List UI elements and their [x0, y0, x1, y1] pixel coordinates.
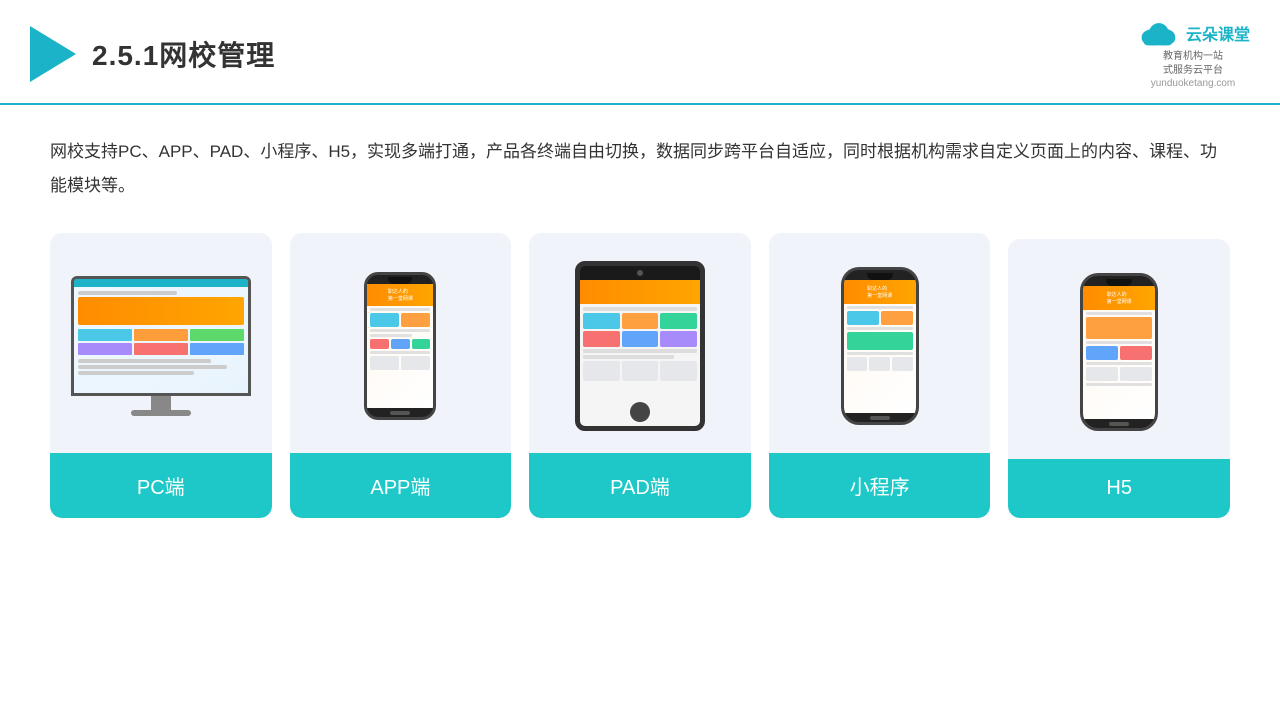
phone-mockup-h5: 职达人的第一堂网课 [1080, 273, 1158, 431]
devices-row: PC端 职达人的第一堂网课 [50, 233, 1230, 518]
pad-image-area [529, 233, 751, 453]
miniprogram-label: 小程序 [769, 453, 991, 518]
brand-slogan: 教育机构一站 式服务云平台 [1163, 50, 1223, 78]
page-title: 2.5.1网校管理 [92, 34, 275, 74]
logo-triangle-icon [30, 26, 76, 82]
phone-body-app: 职达人的第一堂网课 [364, 272, 436, 420]
device-card-pc: PC端 [50, 233, 272, 518]
tablet-mockup [575, 261, 705, 431]
app-image-area: 职达人的第一堂网课 [290, 233, 512, 453]
brand-name-text: 云朵课堂 [1186, 21, 1250, 45]
device-card-pad: PAD端 [529, 233, 751, 518]
pad-label: PAD端 [529, 453, 751, 518]
header-left: 2.5.1网校管理 [30, 26, 275, 82]
h5-label: H5 [1008, 459, 1230, 518]
brand-url: yunduoketang.com [1151, 78, 1236, 89]
page-header: 2.5.1网校管理 云朵课堂 教育机构一站 式服务云平台 yunduoketan… [0, 0, 1280, 105]
description-text: 网校支持PC、APP、PAD、小程序、H5，实现多端打通，产品各终端自由切换，数… [50, 135, 1230, 203]
cloud-icon [1136, 18, 1180, 48]
phone-body-h5: 职达人的第一堂网课 [1080, 273, 1158, 431]
phone-body-mini: 职达人的第一堂网课 [841, 267, 919, 425]
header-right: 云朵课堂 教育机构一站 式服务云平台 yunduoketang.com [1136, 18, 1250, 89]
main-content: 网校支持PC、APP、PAD、小程序、H5，实现多端打通，产品各终端自由切换，数… [0, 105, 1280, 538]
device-card-h5: 职达人的第一堂网课 [1008, 239, 1230, 518]
miniprogram-image-area: 职达人的第一堂网课 [769, 233, 991, 453]
pc-mockup [71, 276, 251, 416]
pc-screen [74, 279, 248, 393]
phone-mockup-mini: 职达人的第一堂网课 [841, 267, 919, 425]
app-label: APP端 [290, 453, 512, 518]
pc-label: PC端 [50, 453, 272, 518]
h5-image-area: 职达人的第一堂网课 [1008, 239, 1230, 459]
tablet-body [575, 261, 705, 431]
device-card-app: 职达人的第一堂网课 [290, 233, 512, 518]
pc-image-area [50, 233, 272, 453]
brand-logo: 云朵课堂 [1136, 18, 1250, 48]
pc-monitor [71, 276, 251, 396]
phone-mockup-app: 职达人的第一堂网课 [364, 272, 436, 420]
device-card-miniprogram: 职达人的第一堂网课 [769, 233, 991, 518]
